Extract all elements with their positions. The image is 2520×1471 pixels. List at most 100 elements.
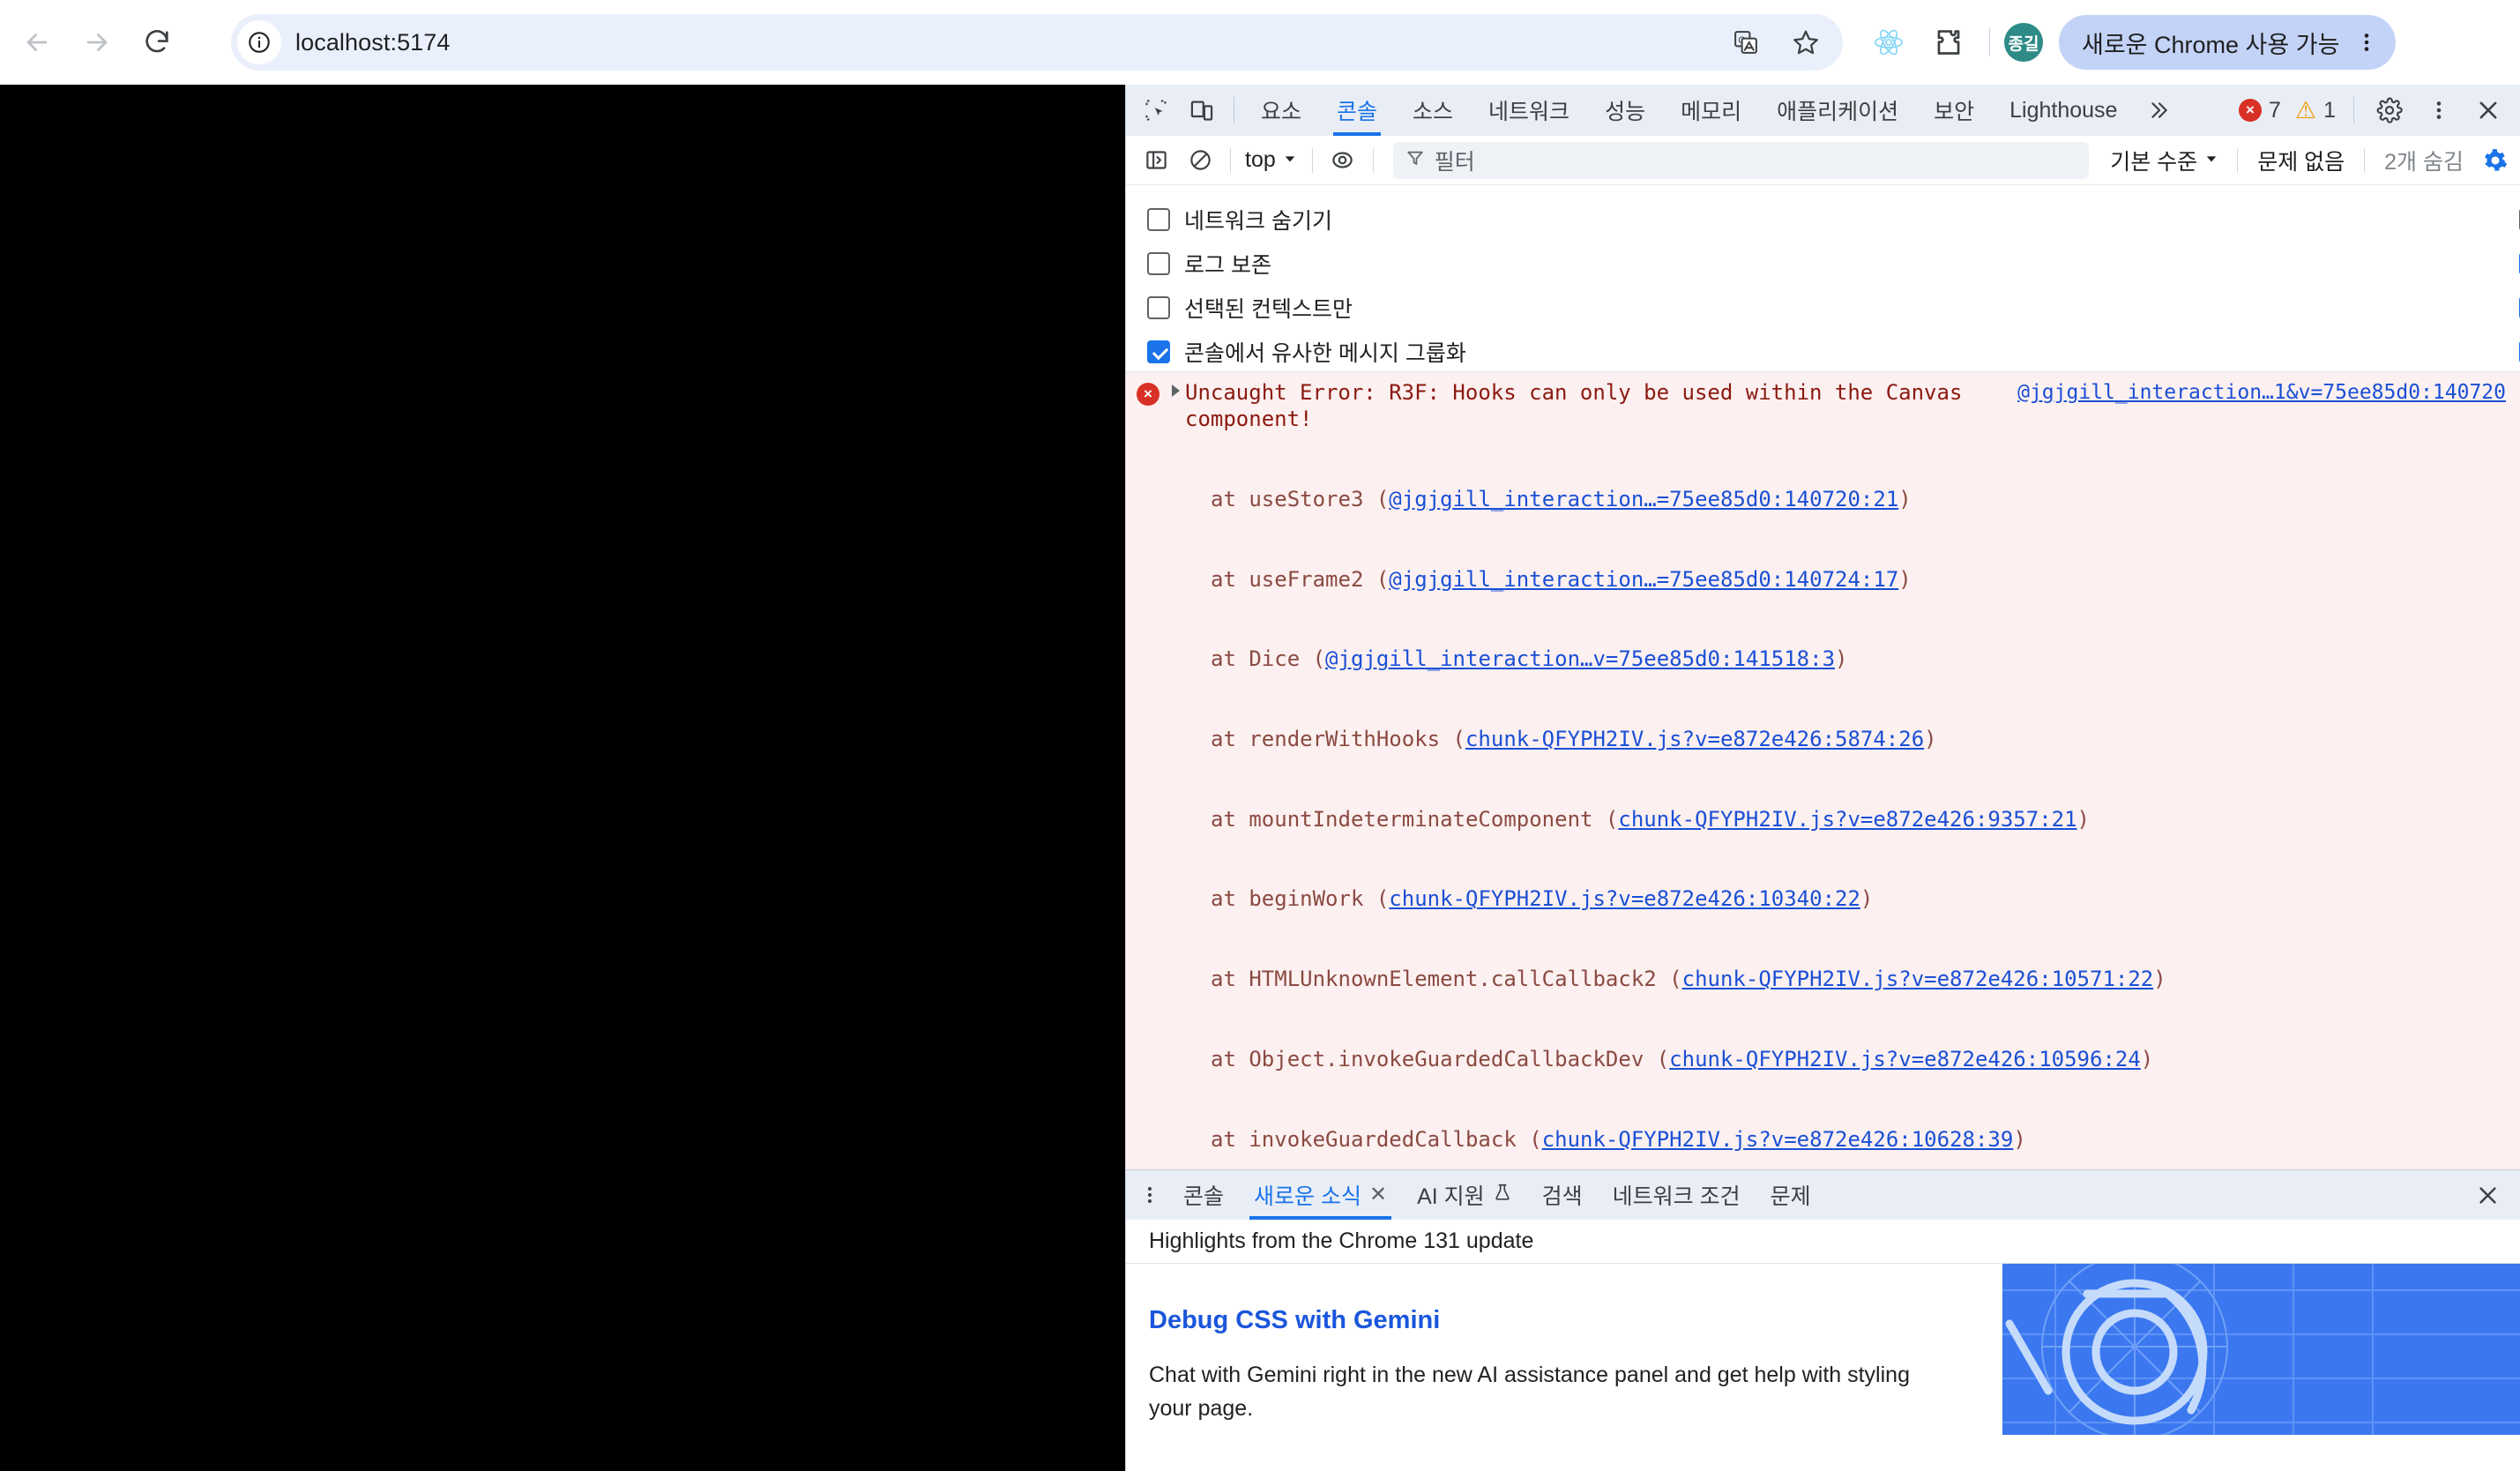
page-viewport[interactable] [0,85,1125,1471]
stack-fn: at HTMLUnknownElement.callCallback2 ( [1211,967,1682,992]
drawer-tab-label: 문제 [1770,1184,1811,1209]
stack-link[interactable]: @jgjgill_interaction…v=75ee85d0:141518:3 [1325,646,1835,671]
info-circle-icon[interactable] [237,20,281,64]
forward-icon[interactable] [69,14,125,71]
setting-label: 로그 보존 [1184,253,1271,278]
device-toolbar-icon[interactable] [1179,87,1225,133]
back-icon[interactable] [9,14,65,71]
drawer-tab-console[interactable]: 콘솔 [1168,1170,1239,1220]
navigation-buttons [0,14,185,71]
tab-sources[interactable]: 소스 [1395,85,1471,136]
stack-fn: at beginWork ( [1211,886,1390,912]
react-icon[interactable] [1862,16,1915,69]
console-settings-gear-icon[interactable] [2476,141,2515,180]
stack-tail: ) [2076,806,2090,832]
tab-label: 소스 [1413,100,1454,124]
tab-application[interactable]: 애플리케이션 [1759,85,1916,136]
hidden-messages-count[interactable]: 2개 숨김 [2374,145,2474,176]
log-level-selector[interactable]: 기본 수준 [2101,145,2228,176]
tab-network[interactable]: 네트워크 [1471,85,1587,136]
star-icon[interactable] [1781,18,1830,67]
drawer-tab-label: 콘솔 [1183,1184,1225,1209]
tab-label: Lighthouse [2009,97,2118,123]
filter-input[interactable]: 필터 [1392,141,2090,179]
tab-lighthouse[interactable]: Lighthouse [1992,85,2135,136]
translate-icon[interactable]: G [1721,18,1771,67]
gear-icon[interactable] [2367,87,2412,133]
avatar[interactable]: 종길 [2004,23,2043,62]
tab-console[interactable]: 콘솔 [1319,85,1395,136]
stack-link[interactable]: chunk-QFYPH2IV.js?v=e872e426:10596:24 [1669,1047,2141,1072]
stack-link[interactable]: chunk-QFYPH2IV.js?v=e872e426:5874:26 [1465,727,1924,751]
address-bar[interactable]: localhost:5174 G [231,14,1843,71]
reload-icon[interactable] [129,14,185,71]
toolbar-divider [2237,147,2239,173]
drawer-tab-label: 새로운 소식 [1254,1184,1361,1209]
drawer-tab-label: 네트워크 조건 [1612,1184,1741,1209]
stack-link[interactable]: chunk-QFYPH2IV.js?v=e872e426:10340:22 [1389,886,1860,911]
error-badge[interactable]: × 7 [2233,98,2286,123]
expand-arrow-icon[interactable] [1172,385,1180,397]
stack-tail: ) [2013,1126,2026,1152]
puzzle-icon[interactable] [1922,16,1975,69]
setting-group-similar[interactable]: 콘솔에서 유사한 메시지 그룹화 [1147,330,1466,374]
checkbox[interactable] [1147,252,1170,275]
drawer-tab-search[interactable]: 검색 [1527,1170,1598,1220]
checkbox[interactable] [1147,340,1170,363]
stack-fn: at useFrame2 ( [1211,566,1390,592]
show-console-sidebar-icon[interactable] [1135,139,1177,182]
close-icon[interactable] [2465,87,2511,133]
chrome-update-button[interactable]: 새로운 Chrome 사용 가능 [2059,15,2397,70]
setting-preserve-log[interactable]: 로그 보존 [1147,242,1466,286]
clear-console-icon[interactable] [1179,139,1221,182]
eye-icon[interactable] [1322,139,1364,182]
setting-label: 선택된 컨텍스트만 [1184,297,1353,322]
stack-fn: at invokeGuardedCallback ( [1211,1126,1542,1152]
setting-hide-network[interactable]: 네트워크 숨기기 [1147,198,1466,242]
tab-elements[interactable]: 요소 [1243,85,1319,136]
checkbox[interactable] [1147,208,1170,231]
stack-link[interactable]: @jgjgill_interaction…=75ee85d0:140724:17 [1389,567,1898,592]
devtools-tab-list: 요소 콘솔 소스 네트워크 성능 메모리 애플리케이션 보안 Lighthous… [1243,85,2182,136]
console-error-entry[interactable]: × Uncaught Error: R3F: Hooks can only be… [1126,372,2520,1169]
setting-label: 콘솔에서 유사한 메시지 그룹화 [1184,341,1466,366]
error-icon: × [2238,99,2262,122]
checkbox[interactable] [1147,296,1170,319]
whats-new-item-title[interactable]: Debug CSS with Gemini [1149,1306,1440,1335]
toolbar-divider [1230,147,1231,173]
three-dot-menu-icon[interactable] [2416,87,2462,133]
whats-new-header: Highlights from the Chrome 131 update [1126,1220,2520,1264]
close-icon[interactable]: ✕ [1369,1184,1387,1206]
tab-security[interactable]: 보안 [1916,85,1992,136]
console-message-list[interactable]: × Uncaught Error: R3F: Hooks can only be… [1126,372,2520,1169]
chevron-down-icon [2203,147,2219,173]
three-dot-menu-icon[interactable] [1131,1176,1168,1213]
tab-performance[interactable]: 성능 [1587,85,1663,136]
warning-badge[interactable]: ⚠ 1 [2290,98,2341,123]
drawer-tab-network-conditions[interactable]: 네트워크 조건 [1598,1170,1756,1220]
three-dot-menu-icon[interactable] [2346,22,2387,63]
drawer-tab-whats-new[interactable]: 새로운 소식 ✕ [1239,1170,1402,1220]
tab-memory[interactable]: 메모리 [1663,85,1759,136]
stack-link[interactable]: chunk-QFYPH2IV.js?v=e872e426:9357:21 [1618,807,2076,832]
setting-selected-context-only[interactable]: 선택된 컨텍스트만 [1147,286,1466,330]
execution-context-selector[interactable]: top [1240,147,1303,173]
stack-link[interactable]: @jgjgill_interaction…=75ee85d0:140720:21 [1389,487,1898,511]
chevron-double-right-icon[interactable] [2135,99,2182,122]
toolbar-divider [1989,28,1990,56]
issues-status[interactable]: 문제 없음 [2247,145,2355,176]
warning-icon: ⚠ [2294,96,2317,123]
console-source-link[interactable]: @jgjgill_interaction…1&v=75ee85d0:140720 [2017,381,2506,404]
drawer-close-icon[interactable] [2467,1170,2508,1220]
flask-icon [1493,1183,1512,1208]
stack-tail: ) [2153,967,2166,992]
inspect-element-icon[interactable] [1133,87,1179,133]
tab-label: 네트워크 [1488,100,1570,124]
tab-label: 보안 [1934,100,1975,124]
stack-link[interactable]: chunk-QFYPH2IV.js?v=e872e426:10628:39 [1542,1127,2014,1152]
stack-link[interactable]: chunk-QFYPH2IV.js?v=e872e426:10571:22 [1682,967,2154,991]
drawer-tab-issues[interactable]: 문제 [1756,1170,1826,1220]
drawer-tab-ai-assistance[interactable]: AI 지원 [1402,1170,1527,1220]
filter-icon [1405,148,1425,172]
actions-divider [2353,97,2354,123]
